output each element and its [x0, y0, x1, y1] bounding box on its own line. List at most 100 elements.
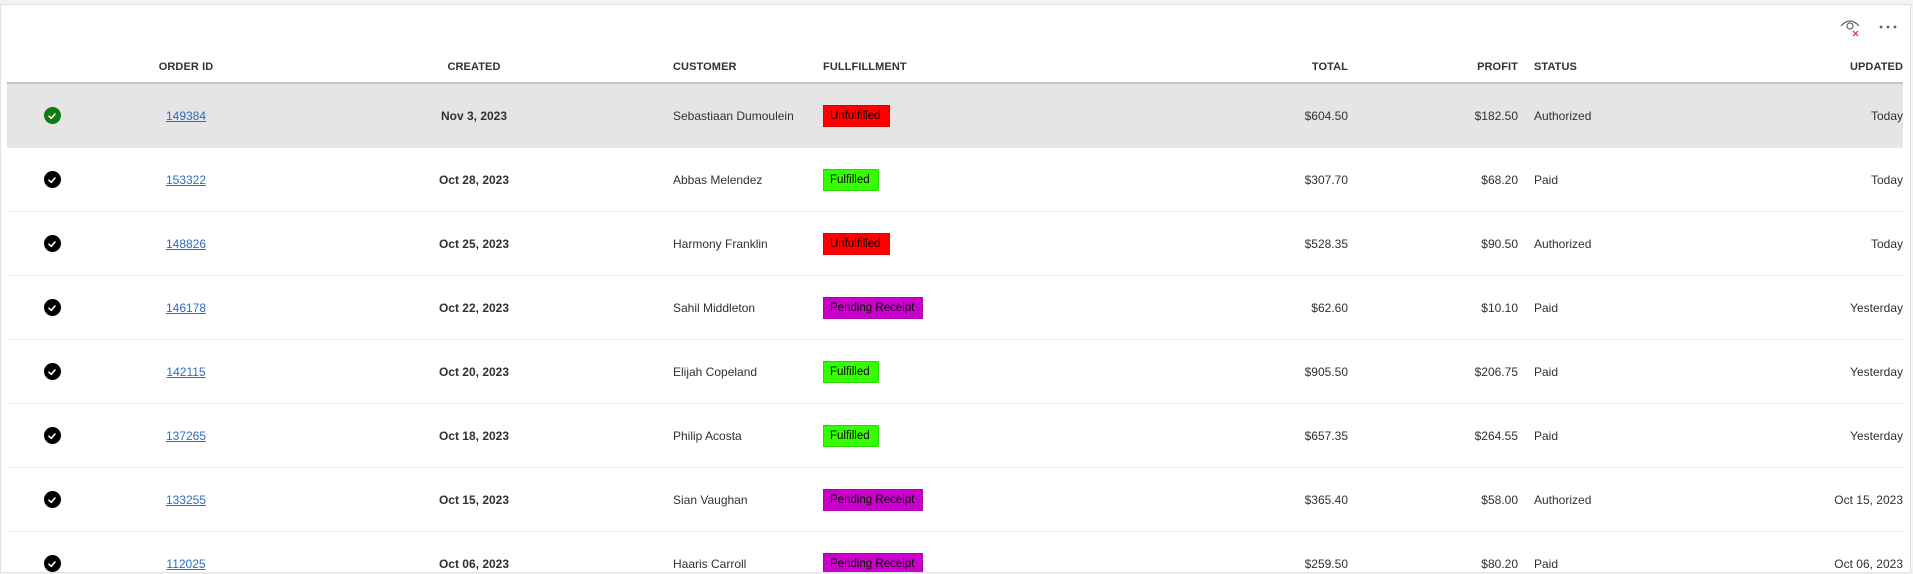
fulfillment-badge: Unfulfilled — [823, 232, 890, 255]
eye-hide-icon[interactable] — [1838, 15, 1862, 39]
payment-status: Authorized — [1534, 492, 1592, 507]
customer-name: Sahil Middleton — [673, 300, 756, 315]
updated-date: Yesterday — [1850, 428, 1903, 443]
customer-name: Haaris Carroll — [673, 556, 747, 571]
checkmark-circle-icon — [43, 427, 61, 444]
fulfillment-badge: Fulfilled — [823, 424, 879, 447]
updated-date: Today — [1870, 172, 1903, 187]
updated-date: Oct 06, 2023 — [1834, 556, 1903, 571]
table-row[interactable]: 153322 Oct 28, 2023 Abbas Melendez Fulfi… — [7, 148, 1903, 212]
checkmark-circle-icon — [43, 555, 61, 572]
order-id-link[interactable]: 112025 — [166, 557, 205, 571]
order-profit: $58.00 — [1481, 492, 1518, 507]
row-select[interactable] — [7, 427, 97, 444]
table-row[interactable]: 142115 Oct 20, 2023 Elijah Copeland Fulf… — [7, 340, 1903, 404]
order-total: $604.50 — [1304, 108, 1348, 123]
header-fulfillment[interactable]: FULLFILLMENT — [823, 61, 988, 73]
orders-panel: ORDER ID CREATED CUSTOMER FULLFILLMENT T… — [0, 4, 1911, 573]
row-select[interactable] — [7, 555, 97, 572]
checkmark-circle-icon — [43, 235, 61, 252]
created-date: Oct 22, 2023 — [438, 300, 510, 315]
checkmark-circle-icon — [43, 107, 61, 124]
header-order-id[interactable]: ORDER ID — [97, 61, 275, 73]
updated-date: Today — [1870, 236, 1903, 251]
table-header: ORDER ID CREATED CUSTOMER FULLFILLMENT T… — [7, 51, 1903, 84]
row-select[interactable] — [7, 235, 97, 252]
order-id-link[interactable]: 148826 — [166, 237, 206, 251]
table-row[interactable]: 146178 Oct 22, 2023 Sahil Middleton Pend… — [7, 276, 1903, 340]
order-total: $62.60 — [1311, 300, 1348, 315]
created-date: Oct 15, 2023 — [438, 492, 510, 507]
payment-status: Paid — [1534, 172, 1559, 187]
row-select[interactable] — [7, 299, 97, 316]
order-id-link[interactable]: 142115 — [166, 365, 205, 379]
payment-status: Paid — [1534, 428, 1559, 443]
row-select[interactable] — [7, 363, 97, 380]
created-date: Oct 28, 2023 — [438, 172, 510, 187]
more-options-icon[interactable] — [1876, 15, 1900, 39]
order-profit: $264.55 — [1474, 428, 1518, 443]
order-id-link[interactable]: 137265 — [166, 429, 206, 443]
order-profit: $90.50 — [1481, 236, 1518, 251]
order-total: $905.50 — [1304, 364, 1348, 379]
order-profit: $206.75 — [1474, 364, 1518, 379]
order-profit: $80.20 — [1481, 556, 1518, 571]
customer-name: Philip Acosta — [673, 428, 742, 443]
row-select[interactable] — [7, 491, 97, 508]
table-row[interactable]: 149384 Nov 3, 2023 Sebastiaan Dumoulein … — [7, 84, 1903, 148]
orders-table: ORDER ID CREATED CUSTOMER FULLFILLMENT T… — [7, 51, 1903, 572]
table-row[interactable]: 112025 Oct 06, 2023 Haaris Carroll Pendi… — [7, 532, 1903, 572]
fulfillment-badge: Pending Receipt — [823, 552, 924, 572]
table-row[interactable]: 133255 Oct 15, 2023 Sian Vaughan Pending… — [7, 468, 1903, 532]
payment-status: Authorized — [1534, 108, 1592, 123]
created-date: Nov 3, 2023 — [440, 108, 508, 123]
fulfillment-badge: Pending Receipt — [823, 296, 924, 319]
row-select[interactable] — [7, 107, 97, 124]
panel-toolbar — [1838, 15, 1900, 39]
table-row[interactable]: 137265 Oct 18, 2023 Philip Acosta Fulfil… — [7, 404, 1903, 468]
header-profit[interactable]: PROFIT — [1348, 61, 1518, 73]
table-body: 149384 Nov 3, 2023 Sebastiaan Dumoulein … — [7, 84, 1903, 572]
fulfillment-badge: Pending Receipt — [823, 488, 924, 511]
updated-date: Today — [1870, 108, 1903, 123]
checkmark-circle-icon — [43, 299, 61, 316]
order-total: $657.35 — [1304, 428, 1348, 443]
checkmark-circle-icon — [43, 491, 61, 508]
fulfillment-badge: Unfulfilled — [823, 104, 890, 127]
order-profit: $182.50 — [1474, 108, 1518, 123]
created-date: Oct 18, 2023 — [438, 428, 510, 443]
order-total: $365.40 — [1304, 492, 1348, 507]
header-total[interactable]: TOTAL — [988, 61, 1348, 73]
header-customer[interactable]: CUSTOMER — [673, 61, 823, 73]
payment-status: Paid — [1534, 556, 1559, 571]
table-row[interactable]: 148826 Oct 25, 2023 Harmony Franklin Unf… — [7, 212, 1903, 276]
updated-date: Yesterday — [1850, 300, 1903, 315]
customer-name: Sebastiaan Dumoulein — [673, 108, 794, 123]
fulfillment-badge: Fulfilled — [823, 360, 879, 383]
checkmark-circle-icon — [43, 363, 61, 380]
row-select[interactable] — [7, 171, 97, 188]
payment-status: Authorized — [1534, 236, 1592, 251]
order-id-link[interactable]: 146178 — [166, 301, 206, 315]
checkmark-circle-icon — [43, 171, 61, 188]
header-created[interactable]: CREATED — [275, 61, 673, 73]
customer-name: Harmony Franklin — [673, 236, 768, 251]
fulfillment-badge: Fulfilled — [823, 168, 879, 191]
customer-name: Abbas Melendez — [673, 172, 763, 187]
order-id-link[interactable]: 153322 — [166, 173, 206, 187]
customer-name: Sian Vaughan — [673, 492, 748, 507]
updated-date: Oct 15, 2023 — [1834, 492, 1903, 507]
created-date: Oct 25, 2023 — [438, 236, 510, 251]
payment-status: Paid — [1534, 300, 1559, 315]
customer-name: Elijah Copeland — [673, 364, 758, 379]
created-date: Oct 20, 2023 — [438, 364, 510, 379]
order-id-link[interactable]: 133255 — [166, 493, 206, 507]
header-updated[interactable]: UPDATED — [1708, 61, 1903, 73]
order-total: $307.70 — [1304, 172, 1348, 187]
header-status[interactable]: STATUS — [1518, 61, 1708, 73]
order-total: $528.35 — [1304, 236, 1348, 251]
updated-date: Yesterday — [1850, 364, 1903, 379]
order-profit: $68.20 — [1481, 172, 1518, 187]
order-id-link[interactable]: 149384 — [166, 109, 206, 123]
order-profit: $10.10 — [1481, 300, 1518, 315]
